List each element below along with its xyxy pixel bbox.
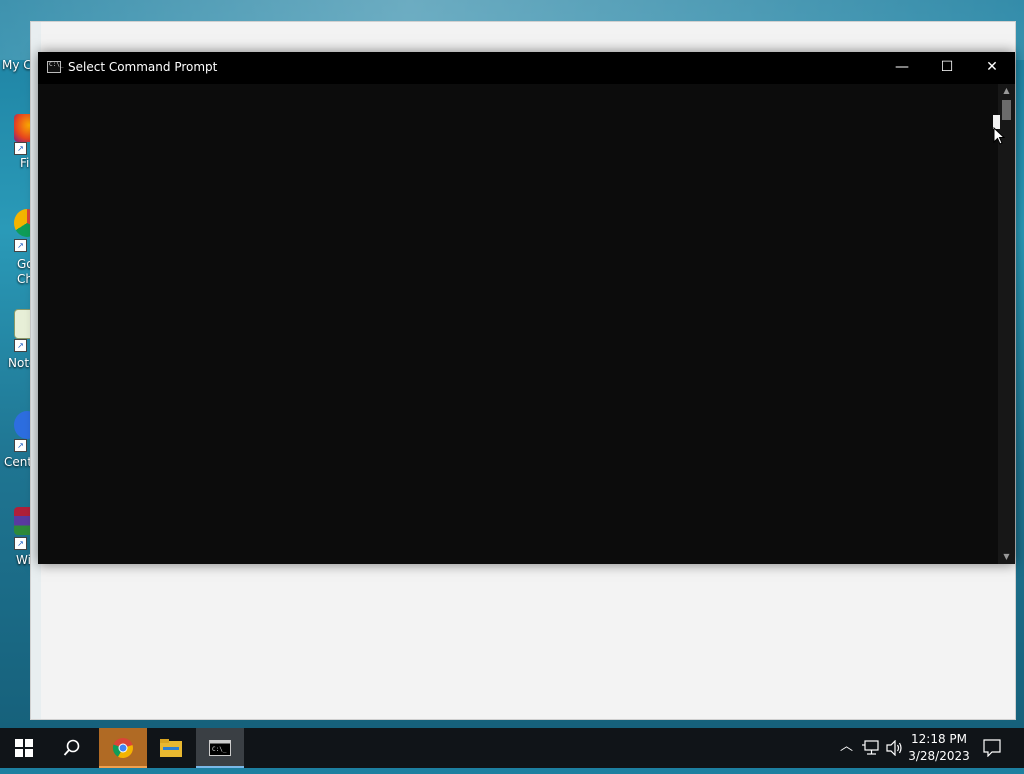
chrome-icon bbox=[112, 738, 133, 759]
network-icon[interactable] bbox=[862, 740, 880, 756]
desktop-icon-label: Wi bbox=[16, 553, 31, 567]
vertical-scrollbar[interactable]: ▲ ▼ bbox=[998, 84, 1015, 564]
svg-text:C:\_: C:\_ bbox=[212, 746, 227, 753]
taskbar: C:\_ ︿ 12:18 PM 3/28/2023 bbox=[0, 728, 1024, 768]
maximize-icon: ☐ bbox=[940, 59, 954, 75]
minimize-icon: — bbox=[895, 59, 909, 75]
clock-time: 12:18 PM bbox=[911, 732, 967, 746]
taskbar-command-prompt-button[interactable]: C:\_ bbox=[196, 728, 244, 768]
mouse-pointer-icon bbox=[993, 127, 1005, 145]
clock-date: 3/28/2023 bbox=[908, 749, 970, 763]
search-button[interactable] bbox=[48, 728, 96, 768]
start-button[interactable] bbox=[0, 728, 48, 768]
windows-logo-icon bbox=[15, 739, 33, 757]
taskbar-chrome-button[interactable] bbox=[99, 728, 147, 768]
command-prompt-icon: C:\_ bbox=[209, 740, 231, 756]
close-button[interactable]: ✕ bbox=[969, 52, 1015, 84]
command-prompt-icon: C:\_ bbox=[47, 61, 63, 73]
title-bar[interactable]: C:\_ Select Command Prompt — ☐ ✕ bbox=[38, 52, 1015, 84]
shortcut-arrow-icon: ↗ bbox=[14, 537, 27, 550]
shortcut-arrow-icon: ↗ bbox=[14, 239, 27, 252]
shortcut-arrow-icon: ↗ bbox=[14, 339, 27, 352]
console-output-area[interactable] bbox=[38, 84, 998, 564]
folder-icon bbox=[160, 739, 182, 757]
search-icon bbox=[63, 739, 80, 756]
scroll-down-arrow-icon[interactable]: ▼ bbox=[998, 550, 1015, 564]
show-hidden-icons-chevron-icon[interactable]: ︿ bbox=[840, 739, 853, 755]
desktop-icon-label: Fi bbox=[20, 156, 30, 170]
system-clock[interactable]: 12:18 PM 3/28/2023 bbox=[906, 731, 972, 765]
volume-icon[interactable] bbox=[886, 740, 904, 756]
scroll-up-arrow-icon[interactable]: ▲ bbox=[998, 84, 1015, 98]
scrollbar-thumb[interactable] bbox=[1002, 100, 1011, 120]
shortcut-arrow-icon: ↗ bbox=[14, 142, 27, 155]
desktop-icon-label: Cent bbox=[4, 455, 33, 469]
desktop-icon-label: My C bbox=[2, 58, 32, 72]
shortcut-arrow-icon: ↗ bbox=[14, 439, 27, 452]
window-title: Select Command Prompt bbox=[68, 60, 218, 74]
maximize-button[interactable]: ☐ bbox=[924, 52, 970, 84]
close-icon: ✕ bbox=[986, 59, 998, 75]
command-prompt-window[interactable]: C:\_ Select Command Prompt — ☐ ✕ ▲ ▼ bbox=[38, 52, 1015, 564]
action-center-icon[interactable] bbox=[983, 739, 1001, 757]
taskbar-file-explorer-button[interactable] bbox=[147, 728, 195, 768]
minimize-button[interactable]: — bbox=[879, 52, 925, 84]
